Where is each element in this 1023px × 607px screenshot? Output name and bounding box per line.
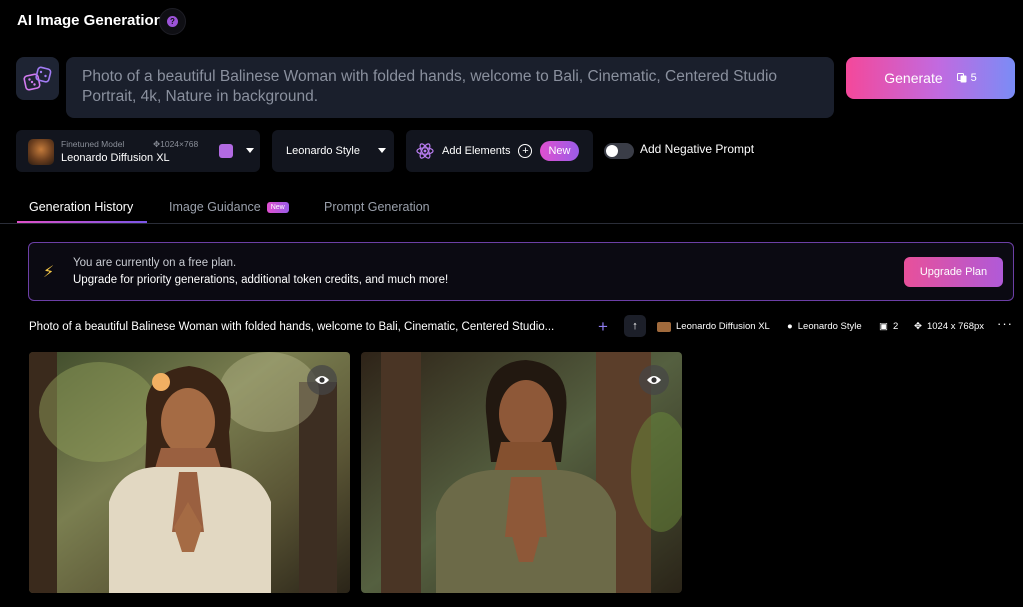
tab-generation-history[interactable]: Generation History — [29, 200, 133, 214]
arrow-up-icon[interactable]: ↑ — [624, 315, 646, 337]
token-cost: 5 — [956, 72, 977, 84]
lightning-icon: ⚡ — [43, 264, 55, 281]
model-thumbnail — [28, 139, 54, 165]
style-selected: Leonardo Style — [286, 145, 360, 157]
generation-header: Photo of a beautiful Balinese Woman with… — [0, 315, 1023, 338]
banner-line-1: You are currently on a free plan. — [73, 257, 237, 269]
tab-image-guidance[interactable]: Image Guidance New — [169, 200, 289, 214]
model-selector[interactable]: Finetuned Model ✥1024×768 Leonardo Diffu… — [16, 130, 260, 172]
generation-model: Leonardo Diffusion XL — [657, 321, 770, 332]
chevron-down-icon — [246, 148, 254, 153]
tab-image-guidance-label: Image Guidance — [169, 200, 261, 214]
model-edit-icon[interactable] — [219, 144, 233, 158]
random-prompt-button[interactable] — [16, 57, 59, 100]
add-elements-label: Add Elements — [442, 145, 511, 157]
drop-icon: ● — [787, 321, 793, 332]
more-options-icon[interactable]: ··· — [997, 316, 1013, 331]
chevron-down-icon — [378, 148, 386, 153]
prompt-input[interactable]: Photo of a beautiful Balinese Woman with… — [66, 57, 834, 118]
generated-image-1[interactable] — [29, 352, 350, 593]
generation-prompt[interactable]: Photo of a beautiful Balinese Woman with… — [29, 321, 554, 333]
negative-prompt-toggle[interactable] — [604, 143, 634, 159]
generation-dimensions: ✥ 1024 x 768px — [914, 321, 985, 332]
model-dimensions: ✥1024×768 — [153, 139, 199, 149]
add-elements-button[interactable]: Add Elements + New — [406, 130, 593, 172]
negative-prompt-label: Add Negative Prompt — [640, 142, 755, 156]
new-badge: New — [540, 141, 579, 161]
question-icon: ? — [167, 16, 178, 27]
page-title: AI Image Generation — [17, 12, 163, 29]
preview-eye-icon[interactable] — [307, 365, 337, 395]
images-icon: ▣ — [879, 321, 888, 332]
generated-image-2[interactable] — [361, 352, 682, 593]
generate-label: Generate — [884, 70, 943, 86]
generated-image-1-picture — [29, 352, 350, 593]
generate-button[interactable]: Generate 5 — [846, 57, 1015, 99]
model-sublabel: Finetuned Model — [61, 139, 125, 149]
model-name: Leonardo Diffusion XL — [61, 152, 170, 164]
token-cost-value: 5 — [970, 72, 977, 84]
generated-image-2-picture — [361, 352, 682, 593]
generation-count: ▣ 2 — [879, 321, 899, 332]
plus-circle-icon: + — [518, 144, 533, 158]
style-dropdown[interactable]: Leonardo Style — [272, 130, 394, 172]
tab-prompt-generation[interactable]: Prompt Generation — [324, 200, 430, 214]
generation-style: ● Leonardo Style — [787, 321, 862, 332]
preview-eye-icon[interactable] — [639, 365, 669, 395]
help-button[interactable]: ? — [159, 8, 186, 35]
token-icon — [956, 73, 967, 83]
active-tab-indicator — [17, 221, 147, 223]
dice-icon — [22, 66, 51, 91]
reuse-prompt-plus-icon[interactable]: + — [598, 317, 608, 337]
upgrade-plan-button[interactable]: Upgrade Plan — [904, 257, 1003, 287]
model-thumbnail-icon — [657, 321, 671, 332]
free-plan-banner: ⚡ You are currently on a free plan. Upgr… — [28, 242, 1014, 301]
banner-line-2: Upgrade for priority generations, additi… — [73, 274, 449, 286]
move-icon: ✥ — [914, 321, 922, 332]
tab-bar: Generation History Image Guidance New Pro… — [0, 196, 1023, 224]
atom-icon — [416, 143, 434, 159]
new-badge: New — [266, 202, 289, 213]
